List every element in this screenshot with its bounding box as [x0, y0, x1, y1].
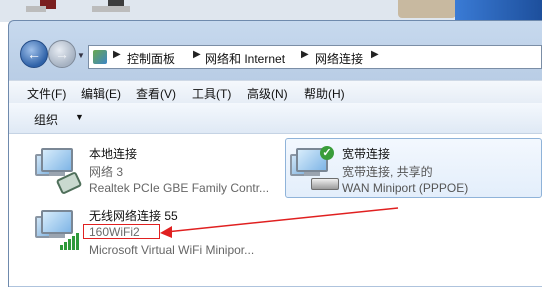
annotation-arrow [160, 207, 399, 238]
